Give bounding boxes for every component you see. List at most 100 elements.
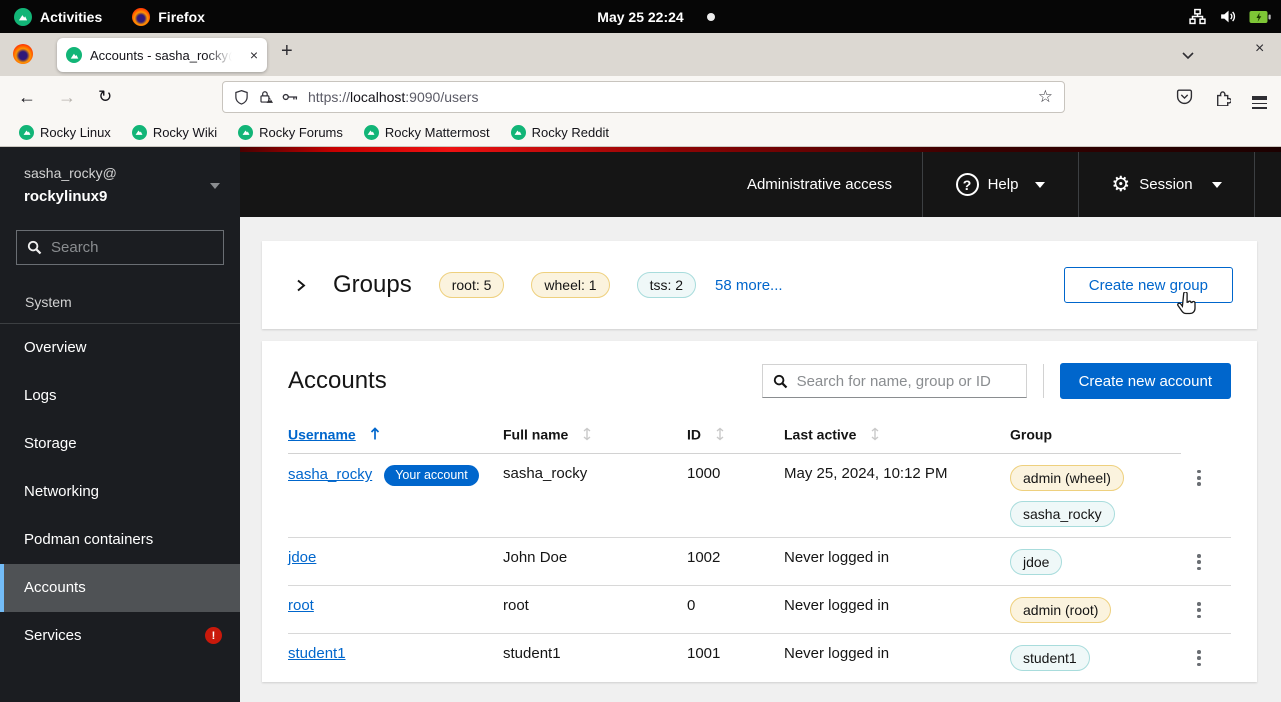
sidebar-search-input[interactable]	[51, 239, 211, 256]
back-button[interactable]: ←	[18, 87, 36, 108]
sidebar-item-label: Overview	[24, 339, 87, 356]
username-link[interactable]: root	[288, 597, 314, 614]
saved-password-key-icon[interactable]	[282, 90, 299, 104]
clock[interactable]: May 25 22:24	[597, 0, 683, 33]
tab-title: Accounts - sasha_rocky@	[90, 48, 232, 63]
table-row-jdoe: jdoeJohn Doe1002Never logged injdoe	[288, 538, 1231, 586]
table-row-sasha-rocky: sasha_rockyYour accountsasha_rocky1000Ma…	[288, 454, 1231, 538]
column-header-username[interactable]: Username	[288, 420, 503, 454]
id-cell: 0	[687, 586, 784, 634]
last-active-cell: Never logged in	[784, 538, 1010, 586]
new-tab-button[interactable]: +	[281, 40, 293, 63]
bookmark-rocky-linux[interactable]: Rocky Linux	[13, 123, 117, 142]
column-header-last-active[interactable]: Last active	[784, 420, 1010, 454]
id-cell: 1001	[687, 634, 784, 682]
sidebar-item-label: Logs	[24, 387, 57, 404]
group-chip-student1: student1	[1010, 645, 1090, 671]
tracking-shield-icon[interactable]	[234, 89, 249, 105]
activities-button[interactable]: Activities	[14, 8, 102, 26]
sidebar-item-label: Podman containers	[24, 531, 153, 548]
create-new-account-button[interactable]: Create new account	[1060, 363, 1231, 399]
accounts-search-input[interactable]	[797, 373, 1007, 390]
sidebar-item-storage[interactable]: Storage	[0, 420, 240, 468]
sidebar-item-logs[interactable]: Logs	[0, 372, 240, 420]
bookmark-rocky-wiki[interactable]: Rocky Wiki	[126, 123, 223, 142]
rocky-logo-icon	[14, 8, 32, 26]
bookmark-label: Rocky Wiki	[153, 125, 217, 140]
system-tray[interactable]	[1189, 0, 1271, 33]
accounts-table: Username Full name IDLast activeGroup sash…	[288, 420, 1231, 681]
firefox-logo-icon	[13, 44, 33, 64]
id-cell: 1002	[687, 538, 784, 586]
url-text[interactable]: https://localhost:9090/users	[308, 89, 478, 105]
column-label: Username	[288, 426, 356, 442]
column-label: Full name	[503, 426, 568, 442]
sidebar-item-networking[interactable]: Networking	[0, 468, 240, 516]
extensions-puzzle-icon[interactable]	[1214, 89, 1231, 106]
sidebar-item-podman-containers[interactable]: Podman containers	[0, 516, 240, 564]
row-menu-kebab-icon[interactable]	[1189, 597, 1209, 623]
bookmark-rocky-reddit[interactable]: Rocky Reddit	[505, 123, 615, 142]
list-tabs-chevron-icon[interactable]	[1181, 47, 1195, 65]
bookmark-label: Rocky Reddit	[532, 125, 609, 140]
help-label: Help	[988, 176, 1019, 193]
column-header-id[interactable]: ID	[687, 420, 784, 454]
groups-more-link[interactable]: 58 more...	[715, 277, 783, 294]
bookmark-star-icon[interactable]: ☆	[1038, 87, 1053, 107]
username-link[interactable]: jdoe	[288, 549, 316, 566]
row-menu-kebab-icon[interactable]	[1189, 465, 1209, 491]
last-active-cell: May 25, 2024, 10:12 PM	[784, 454, 1010, 538]
group-chip-sasha-rocky: sasha_rocky	[1010, 501, 1115, 527]
group-cell: admin (wheel)sasha_rocky	[1010, 454, 1181, 538]
administrative-access-button[interactable]: Administrative access	[717, 152, 922, 217]
host-user-switcher[interactable]: sasha_rocky@ rockylinux9	[0, 147, 240, 208]
group-chip-list: admin (wheel)sasha_rocky	[1010, 465, 1173, 527]
sidebar-item-overview[interactable]: Overview	[0, 324, 240, 372]
sidebar-item-label: Services	[24, 627, 82, 644]
group-chip-wheel-1[interactable]: wheel: 1	[531, 272, 609, 298]
table-row-root: rootroot0Never logged inadmin (root)	[288, 586, 1231, 634]
sidebar-item-services[interactable]: Services!	[0, 612, 240, 660]
forward-button[interactable]: →	[58, 87, 76, 108]
menu-hamburger-icon[interactable]	[1252, 94, 1267, 101]
groups-panel: Groups root: 5wheel: 1tss: 2 58 more... …	[262, 241, 1257, 329]
hostname: rockylinux9	[24, 185, 216, 208]
sidebar-item-accounts[interactable]: Accounts	[0, 564, 240, 612]
tab-favicon-rocky-icon	[66, 47, 82, 63]
column-header-full-name[interactable]: Full name	[503, 420, 687, 454]
username-link[interactable]: sasha_rocky	[288, 466, 372, 483]
browser-tab-strip: Accounts - sasha_rocky@ × + ×	[0, 33, 1281, 76]
groups-expand-chevron-icon[interactable]	[296, 278, 306, 293]
reload-button[interactable]: ↻	[98, 87, 112, 107]
url-bar[interactable]: https://localhost:9090/users ☆	[222, 81, 1065, 113]
alert-badge: !	[205, 627, 222, 644]
bookmark-rocky-mattermost[interactable]: Rocky Mattermost	[358, 123, 496, 142]
your-account-badge: Your account	[384, 465, 479, 486]
bookmark-label: Rocky Mattermost	[385, 125, 490, 140]
column-header-group: Group	[1010, 420, 1181, 454]
rocky-favicon-icon	[511, 125, 526, 140]
accounts-search-box[interactable]	[762, 364, 1027, 398]
session-menu-button[interactable]: ⚙ Session	[1079, 152, 1254, 217]
help-menu-button[interactable]: ? Help	[923, 152, 1078, 217]
tab-close-icon[interactable]: ×	[250, 48, 258, 62]
last-active-cell: Never logged in	[784, 586, 1010, 634]
group-chip-tss-2[interactable]: tss: 2	[637, 272, 696, 298]
row-menu-kebab-icon[interactable]	[1189, 549, 1209, 575]
sidebar-search-box[interactable]	[16, 230, 224, 265]
create-new-group-button[interactable]: Create new group	[1064, 267, 1233, 303]
username-link[interactable]: student1	[288, 645, 346, 662]
system-top-bar: Activities Firefox May 25 22:24	[0, 0, 1281, 33]
full-name-cell: sasha_rocky	[503, 454, 687, 538]
bookmark-rocky-forums[interactable]: Rocky Forums	[232, 123, 349, 142]
row-actions-cell	[1181, 634, 1231, 682]
pocket-icon[interactable]	[1176, 89, 1193, 105]
group-chip-root-5[interactable]: root: 5	[439, 272, 505, 298]
browser-tab[interactable]: Accounts - sasha_rocky@ ×	[57, 38, 267, 72]
window-close-icon[interactable]: ×	[1255, 40, 1264, 58]
lock-warning-icon[interactable]	[258, 89, 273, 105]
page-content: Groups root: 5wheel: 1tss: 2 58 more... …	[240, 217, 1281, 702]
battery-charging-icon	[1249, 10, 1271, 24]
row-menu-kebab-icon[interactable]	[1189, 645, 1209, 671]
firefox-appmenu-button[interactable]: Firefox	[132, 8, 205, 26]
